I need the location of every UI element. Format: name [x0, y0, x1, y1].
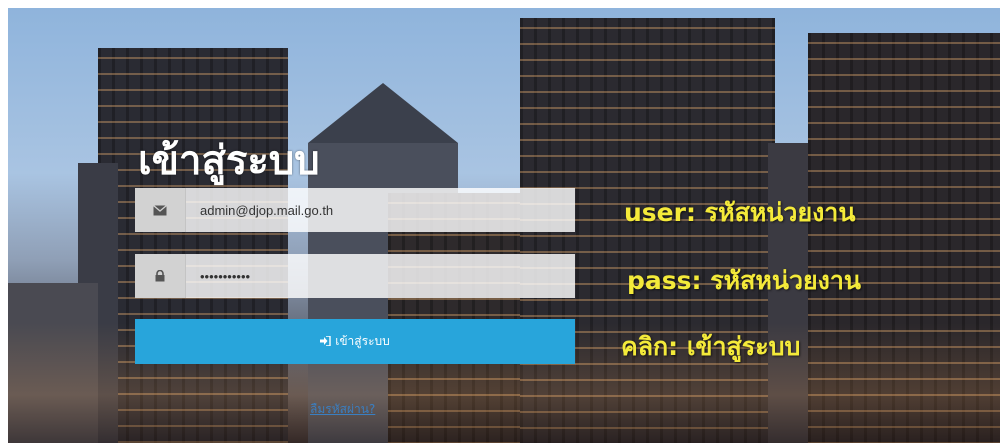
- building: [308, 83, 458, 143]
- sign-in-icon: [320, 334, 331, 349]
- login-button[interactable]: เข้าสู่ระบบ: [135, 319, 575, 364]
- email-input[interactable]: [186, 188, 575, 232]
- email-field[interactable]: [135, 188, 575, 232]
- login-button-label: เข้าสู่ระบบ: [335, 334, 390, 348]
- hint-pass: pass: รหัสหน่วยงาน: [627, 266, 861, 295]
- hint-user: user: รหัสหน่วยงาน: [624, 198, 856, 227]
- page-title: เข้าสู่ระบบ: [138, 138, 320, 184]
- lock-icon: [135, 254, 186, 298]
- hint-click: คลิก: เข้าสู่ระบบ: [621, 332, 801, 361]
- password-field[interactable]: [135, 254, 575, 298]
- forgot-password-link[interactable]: ลืมรหัสผ่าน?: [310, 400, 375, 419]
- password-input[interactable]: [186, 254, 575, 298]
- envelope-icon: [135, 188, 186, 232]
